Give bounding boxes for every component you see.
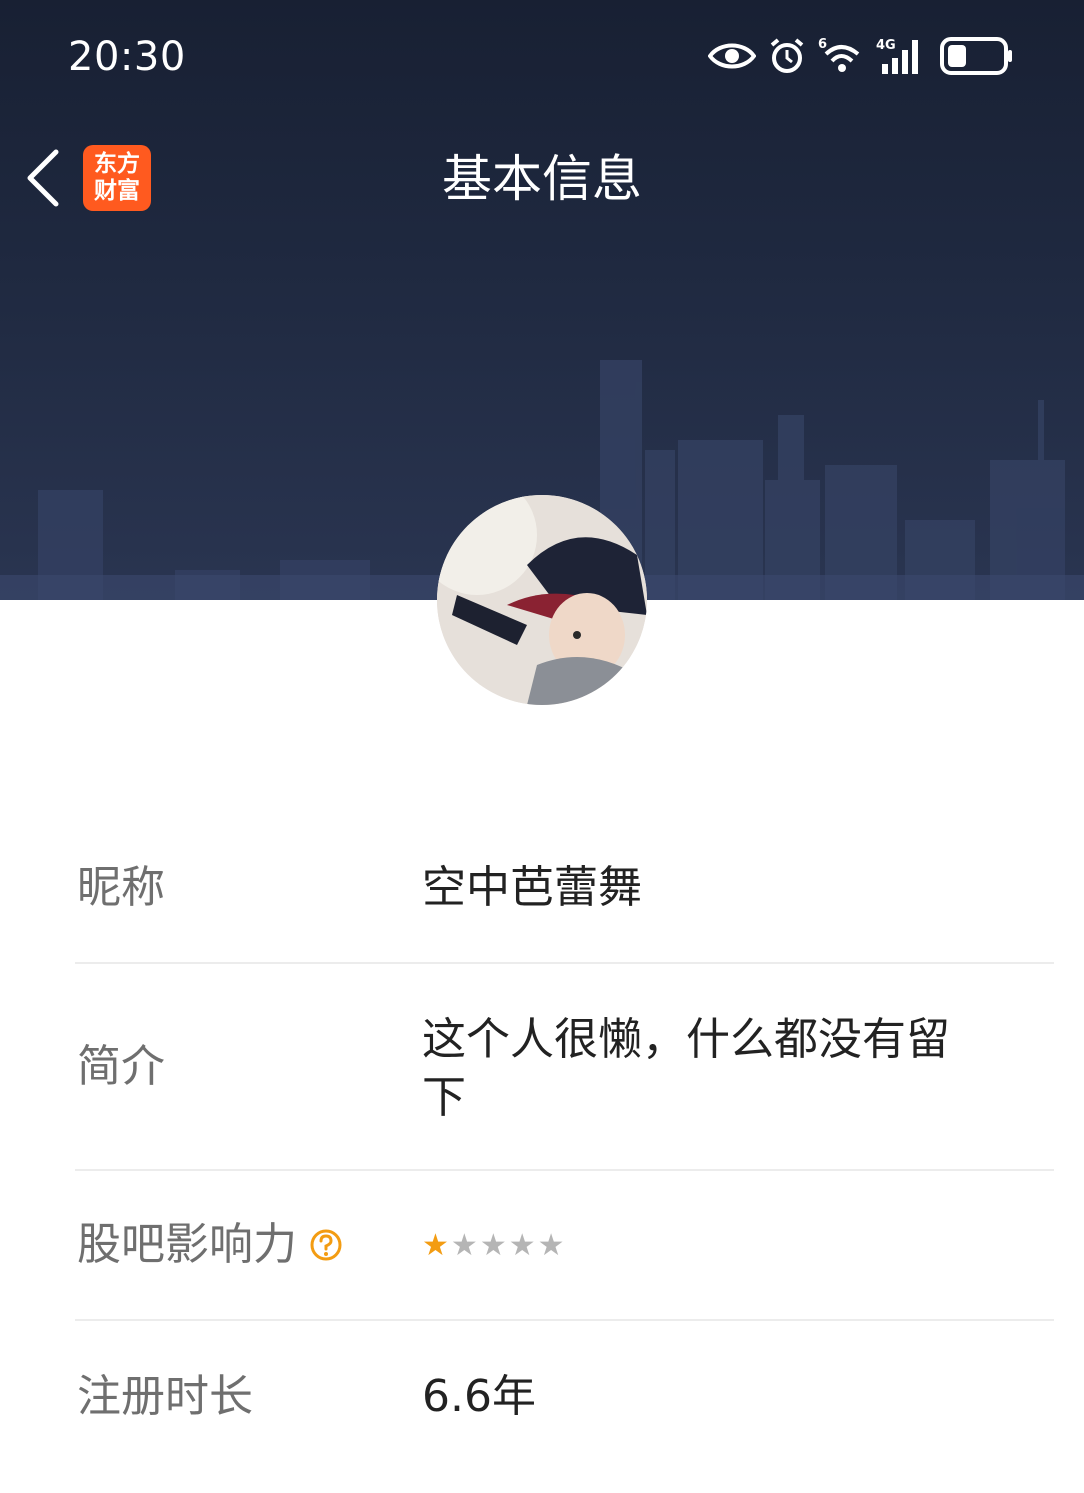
influence-label-wrap: 股吧影响力 xyxy=(77,1217,343,1273)
page-title: 基本信息 xyxy=(442,150,642,208)
registration-label: 注册时长 xyxy=(77,1371,253,1422)
cellular-signal-icon: 4G xyxy=(876,38,918,74)
star-filled-icon: ★ xyxy=(422,1228,449,1263)
avatar[interactable] xyxy=(437,495,647,705)
help-icon[interactable] xyxy=(309,1228,343,1262)
registration-row: 注册时长 6.6年 xyxy=(75,1321,1054,1493)
bio-row: 简介 这个人很懒，什么都没有留 下 xyxy=(75,964,1054,1171)
star-empty-icon: ★ xyxy=(537,1228,565,1263)
alarm-icon xyxy=(770,38,804,73)
influence-row: 股吧影响力 ★ ★ ★ ★ ★ xyxy=(75,1171,1054,1321)
battery-icon xyxy=(940,37,1012,75)
status-icons: 6 4G xyxy=(708,34,1014,78)
eye-icon xyxy=(708,43,756,69)
status-time: 20:30 xyxy=(68,34,186,80)
wifi-badge: 6 xyxy=(818,37,827,52)
nickname-row: 昵称 空中芭蕾舞 xyxy=(75,830,1054,964)
wifi-icon: 6 xyxy=(818,37,860,72)
star-empty-icon: ★ xyxy=(450,1228,478,1263)
star-empty-icon: ★ xyxy=(479,1228,507,1263)
nickname-value: 空中芭蕾舞 xyxy=(422,862,642,913)
influence-label: 股吧影响力 xyxy=(77,1219,297,1270)
registration-value: 6.6年 xyxy=(422,1371,536,1422)
bio-value-line1: 这个人很懒，什么都没有留 xyxy=(422,1014,950,1065)
network-label: 4G xyxy=(876,38,896,53)
avatar-image xyxy=(437,495,647,705)
bio-label: 简介 xyxy=(77,1041,165,1092)
bio-value-line2: 下 xyxy=(422,1072,466,1123)
star-empty-icon: ★ xyxy=(508,1228,536,1263)
influence-rating: ★ ★ ★ ★ ★ xyxy=(422,1231,565,1261)
nickname-label: 昵称 xyxy=(77,862,165,913)
